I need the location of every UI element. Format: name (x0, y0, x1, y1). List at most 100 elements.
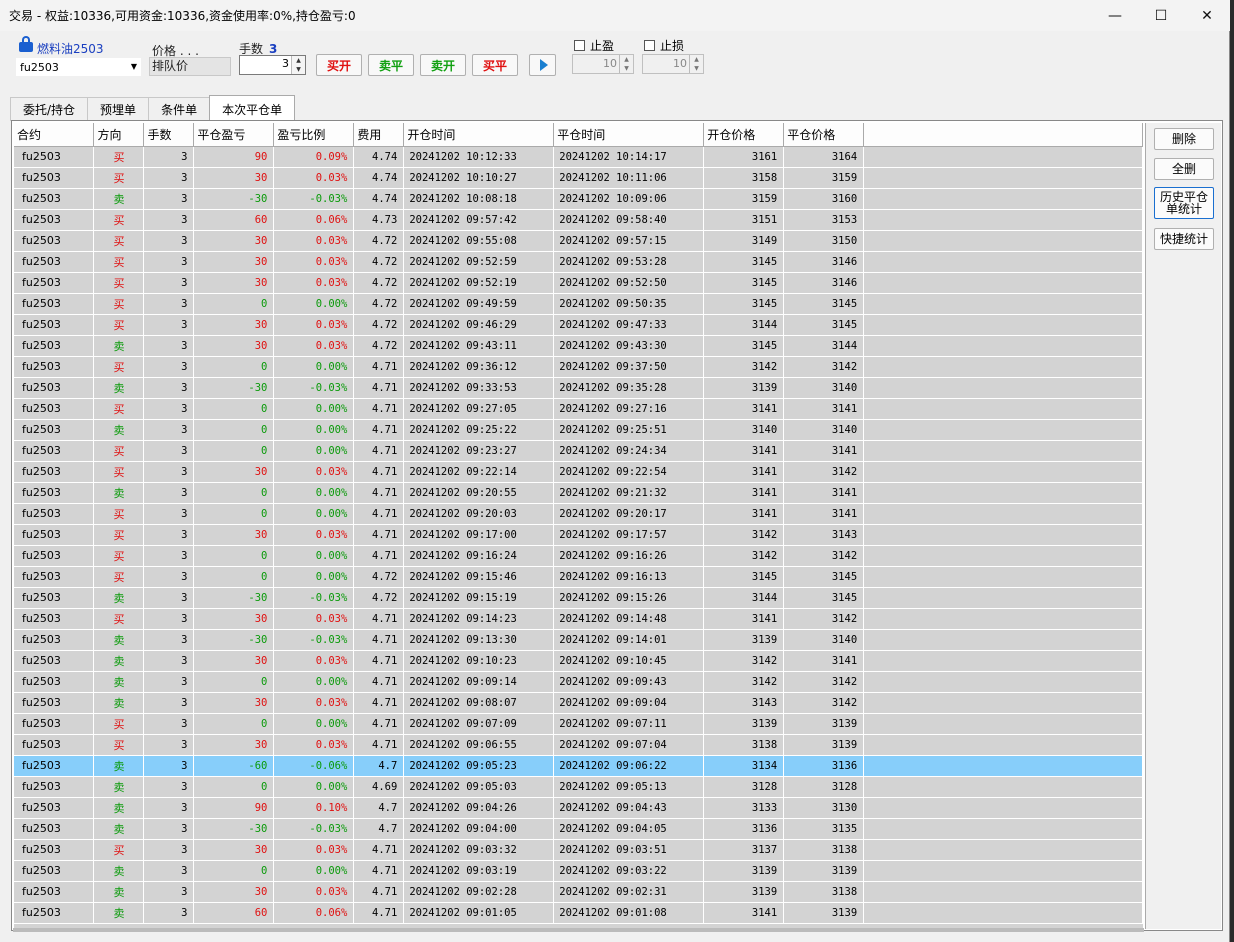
table-row[interactable]: fu2503 买 3 30 0.03% 4.72 20241202 09:52:19 2024… (14, 272, 1143, 294)
col-header-contract[interactable]: 合约 (14, 123, 95, 147)
tab-orders-positions[interactable]: 委托/持仓 (10, 97, 89, 121)
col-header-pnl[interactable]: 平仓盈亏 (193, 123, 275, 147)
table-row[interactable]: fu2503 卖 3 90 0.10% 4.7 20241202 09:04:26 20241… (14, 797, 1143, 819)
table-row[interactable]: fu2503 买 3 0 0.00% 4.71 20241202 09:36:12 20241… (14, 356, 1143, 378)
col-header-close-price[interactable]: 平仓价格 (783, 123, 865, 147)
cell-pnl: 0 (193, 398, 275, 420)
chevron-down-icon[interactable]: ▼ (131, 62, 137, 71)
table-row[interactable]: fu2503 买 3 0 0.00% 4.72 20241202 09:49:59 20241… (14, 293, 1143, 315)
spin-arrows-icon[interactable]: ▲ ▼ (619, 55, 633, 73)
maximize-button[interactable]: ☐ (1138, 0, 1184, 31)
table-row[interactable]: fu2503 卖 3 0 0.00% 4.71 20241202 09:09:14 20241… (14, 671, 1143, 693)
table-row[interactable]: fu2503 卖 3 0 0.00% 4.71 20241202 09:03:19 20241… (14, 860, 1143, 882)
col-header-open-price[interactable]: 开仓价格 (703, 123, 785, 147)
table-row[interactable]: fu2503 卖 3 -30 -0.03% 4.72 20241202 09:15:19 20… (14, 587, 1143, 609)
table-row[interactable]: fu2503 卖 3 -30 -0.03% 4.74 20241202 10:08:18 20… (14, 188, 1143, 210)
cell-pnl: 30 (193, 692, 275, 714)
cell-open-time: 20241202 09:01:05 (403, 902, 555, 924)
history-stats-button[interactable]: 历史平仓单统计 (1154, 187, 1214, 219)
cell-close-price: 3138 (783, 839, 865, 861)
take-profit-value[interactable]: 10 (603, 57, 617, 70)
minimize-button[interactable]: — (1092, 0, 1138, 31)
delete-all-button[interactable]: 全删 (1154, 158, 1214, 180)
table-row[interactable]: fu2503 卖 3 30 0.03% 4.71 20241202 09:08:07 2024… (14, 692, 1143, 714)
cell-open-time: 20241202 09:09:14 (403, 671, 555, 693)
close-button[interactable]: ✕ (1184, 0, 1230, 31)
cell-contract: fu2503 (14, 734, 95, 756)
table-row[interactable]: fu2503 买 3 0 0.00% 4.71 20241202 09:20:03 20241… (14, 503, 1143, 525)
table-row[interactable]: fu2503 买 3 30 0.03% 4.72 20241202 09:46:29 2024… (14, 314, 1143, 336)
table-row[interactable]: fu2503 买 3 30 0.03% 4.74 20241202 10:10:27 2024… (14, 167, 1143, 189)
cell-lots: 3 (143, 377, 195, 399)
table-row[interactable]: fu2503 买 3 90 0.09% 4.74 20241202 10:12:33 2024… (14, 146, 1143, 168)
cell-close-price: 3144 (783, 335, 865, 357)
col-header-open-time[interactable]: 开仓时间 (403, 123, 555, 147)
table-row[interactable]: fu2503 买 3 30 0.03% 4.72 20241202 09:52:59 2024… (14, 251, 1143, 273)
col-header-lots[interactable]: 手数 (143, 123, 195, 147)
table-row[interactable]: fu2503 卖 3 0 0.00% 4.71 20241202 09:25:22 20241… (14, 419, 1143, 441)
play-button[interactable] (529, 54, 556, 76)
spin-arrows-icon[interactable]: ▲ ▼ (689, 55, 703, 73)
sell-close-button[interactable]: 卖平 (368, 54, 414, 76)
delete-button[interactable]: 删除 (1154, 128, 1214, 150)
cell-contract: fu2503 (14, 797, 95, 819)
table-row[interactable]: fu2503 买 3 0 0.00% 4.71 20241202 09:27:05 20241… (14, 398, 1143, 420)
col-header-close-time[interactable]: 平仓时间 (553, 123, 705, 147)
col-header-pnl-ratio[interactable]: 盈亏比例 (273, 123, 355, 147)
lock-icon[interactable] (19, 36, 33, 52)
sell-open-button[interactable]: 卖开 (420, 54, 466, 76)
table-row[interactable]: fu2503 买 3 30 0.03% 4.71 20241202 09:06:55 2024… (14, 734, 1143, 756)
quick-stats-button[interactable]: 快捷统计 (1154, 228, 1214, 250)
table-row[interactable]: fu2503 卖 3 -30 -0.03% 4.7 20241202 09:04:00 202… (14, 818, 1143, 840)
cell-open-time: 20241202 09:22:14 (403, 461, 555, 483)
cell-lots: 3 (143, 335, 195, 357)
table-row[interactable]: fu2503 买 3 60 0.06% 4.73 20241202 09:57:42 2024… (14, 209, 1143, 231)
tab-preset-orders[interactable]: 预埋单 (87, 97, 150, 121)
take-profit-checkbox[interactable]: 止盈 (574, 37, 614, 54)
table-row[interactable]: fu2503 卖 3 -30 -0.03% 4.71 20241202 09:33:53 20… (14, 377, 1143, 399)
price-mode-field[interactable]: 排队价 (149, 57, 231, 76)
col-header-fee[interactable]: 费用 (353, 123, 405, 147)
cell-lots: 3 (143, 755, 195, 777)
spin-arrows-icon[interactable]: ▲ ▼ (291, 56, 305, 74)
table-row[interactable]: fu2503 买 3 30 0.03% 4.71 20241202 09:03:32 2024… (14, 839, 1143, 861)
col-header-direction[interactable]: 方向 (93, 123, 145, 147)
stop-loss-value[interactable]: 10 (673, 57, 687, 70)
table-row[interactable]: fu2503 卖 3 0 0.00% 4.69 20241202 09:05:03 20241… (14, 776, 1143, 798)
table-row[interactable]: fu2503 买 3 30 0.03% 4.71 20241202 09:14:23 2024… (14, 608, 1143, 630)
table-row[interactable]: fu2503 买 3 0 0.00% 4.72 20241202 09:15:46 20241… (14, 566, 1143, 588)
cell-contract: fu2503 (14, 314, 95, 336)
table-row[interactable]: fu2503 买 3 30 0.03% 4.71 20241202 09:22:14 2024… (14, 461, 1143, 483)
cell-pnl: -30 (193, 629, 275, 651)
cell-pnl: 0 (193, 440, 275, 462)
cell-pnl-ratio: 0.09% (273, 146, 355, 168)
cell-direction: 卖 (93, 902, 145, 924)
table-row[interactable]: fu2503 卖 3 -60 -0.06% 4.7 20241202 09:05:23 202… (14, 755, 1143, 777)
cell-pnl: 0 (193, 293, 275, 315)
table-row[interactable]: fu2503 卖 3 0 0.00% 4.71 20241202 09:20:55 20241… (14, 482, 1143, 504)
table-row[interactable]: fu2503 买 3 0 0.00% 4.71 20241202 09:07:09 20241… (14, 713, 1143, 735)
tab-conditional-orders[interactable]: 条件单 (148, 97, 211, 121)
table-row[interactable]: fu2503 买 3 30 0.03% 4.71 20241202 09:17:00 2024… (14, 524, 1143, 546)
cell-contract: fu2503 (14, 524, 95, 546)
stop-loss-stepper[interactable]: 10 ▲ ▼ (642, 54, 704, 74)
take-profit-stepper[interactable]: 10 ▲ ▼ (572, 54, 634, 74)
qty-stepper[interactable]: 3 ▲ ▼ (239, 55, 306, 75)
table-row[interactable]: fu2503 卖 3 -30 -0.03% 4.71 20241202 09:13:30 20… (14, 629, 1143, 651)
table-row[interactable]: fu2503 卖 3 30 0.03% 4.71 20241202 09:02:28 2024… (14, 881, 1143, 903)
cell-direction: 卖 (93, 650, 145, 672)
table-row[interactable]: fu2503 卖 3 30 0.03% 4.72 20241202 09:43:11 2024… (14, 335, 1143, 357)
table-row[interactable]: fu2503 买 3 0 0.00% 4.71 20241202 09:23:27 20241… (14, 440, 1143, 462)
table-row[interactable]: fu2503 买 3 30 0.03% 4.72 20241202 09:55:08 2024… (14, 230, 1143, 252)
horizontal-scrollbar[interactable] (13, 928, 1144, 932)
qty-value[interactable]: 3 (282, 57, 289, 70)
instrument-select[interactable]: fu2503 ▼ (16, 58, 141, 76)
cell-pnl: 0 (193, 419, 275, 441)
stop-loss-checkbox[interactable]: 止损 (644, 37, 684, 54)
tab-closed-trades[interactable]: 本次平仓单 (209, 95, 296, 122)
table-row[interactable]: fu2503 买 3 0 0.00% 4.71 20241202 09:16:24 20241… (14, 545, 1143, 567)
table-row[interactable]: fu2503 卖 3 30 0.03% 4.71 20241202 09:10:23 2024… (14, 650, 1143, 672)
buy-open-button[interactable]: 买开 (316, 54, 362, 76)
buy-close-button[interactable]: 买平 (472, 54, 518, 76)
table-row[interactable]: fu2503 卖 3 60 0.06% 4.71 20241202 09:01:05 2024… (14, 902, 1143, 924)
